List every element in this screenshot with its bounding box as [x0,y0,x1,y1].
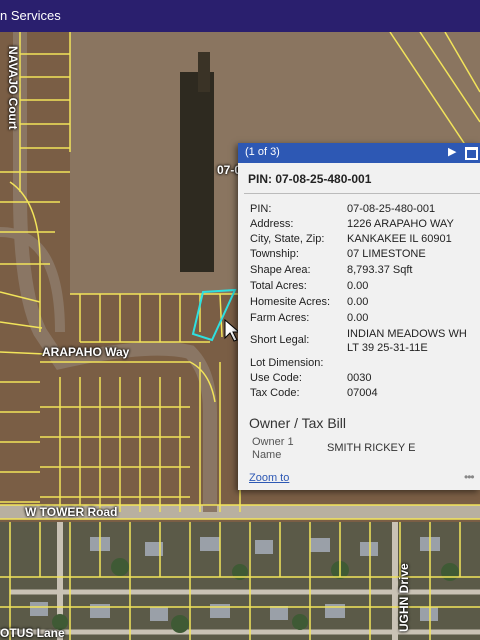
attr-label: Use Code: [250,372,302,384]
zoom-to-link[interactable]: Zoom to [249,472,289,484]
divider [244,193,480,194]
attr-value: INDIAN MEADOWS WH LT 39 25-31-11E [347,328,467,354]
road-label-tower: W TOWER Road [25,505,118,519]
parcel-info-popup: (1 of 3) ▶ PIN: 07-08-25-480-001 PIN: 07… [238,143,480,490]
attr-value: 07004 [347,387,378,399]
attr-value: 0.00 [347,280,369,292]
attr-label: Address: [250,218,294,230]
road-label-drive: UGHN Drive [397,563,411,632]
attr-value: 07 LIMESTONE [347,248,426,260]
attr-label: Township: [250,248,299,260]
attr-label: Shape Area: [250,264,311,276]
attr-value: 1226 ARAPAHO WAY [347,218,454,230]
road-label-arapaho: ARAPAHO Way [42,345,130,359]
attr-row-short-legal: Short Legal: INDIAN MEADOWS WH LT 39 25-… [250,327,475,357]
popup-title: PIN: 07-08-25-480-001 [248,172,372,186]
road-label-lotus: OTUS Lane [0,626,65,640]
owner-label: Owner 1 Name [252,436,294,461]
attr-value: 0.00 [347,296,369,308]
owner-section-title: Owner / Tax Bill [249,415,346,431]
attr-label: Short Legal: [250,334,310,346]
next-feature-icon[interactable]: ▶ [448,145,456,158]
attr-label: Farm Acres: [250,312,310,324]
attr-value: 0.00 [347,312,369,324]
attr-label: PIN: [250,203,272,215]
app-title: n Services [0,8,61,23]
attr-value: 8,793.37 Sqft [347,264,413,276]
maximize-icon[interactable] [465,147,478,160]
more-options-icon[interactable]: ••• [464,470,475,484]
popup-header: (1 of 3) ▶ [238,143,480,163]
owner-value: SMITH RICKEY E [327,442,416,454]
attr-value: KANKAKEE IL 60901 [347,233,452,245]
popup-counter: (1 of 3) [245,146,280,158]
attr-label: Homesite Acres: [250,296,331,308]
attr-label: City, State, Zip: [250,233,325,245]
attr-label: Tax Code: [250,387,300,399]
attr-value: 07-08-25-480-001 [347,203,436,215]
attr-value: 0030 [347,372,372,384]
app-header: n Services [0,0,480,32]
attr-label: Total Acres: [250,280,307,292]
attr-label: Lot Dimension: [250,357,324,369]
road-label-navajo: NAVAJO Court [6,46,20,130]
